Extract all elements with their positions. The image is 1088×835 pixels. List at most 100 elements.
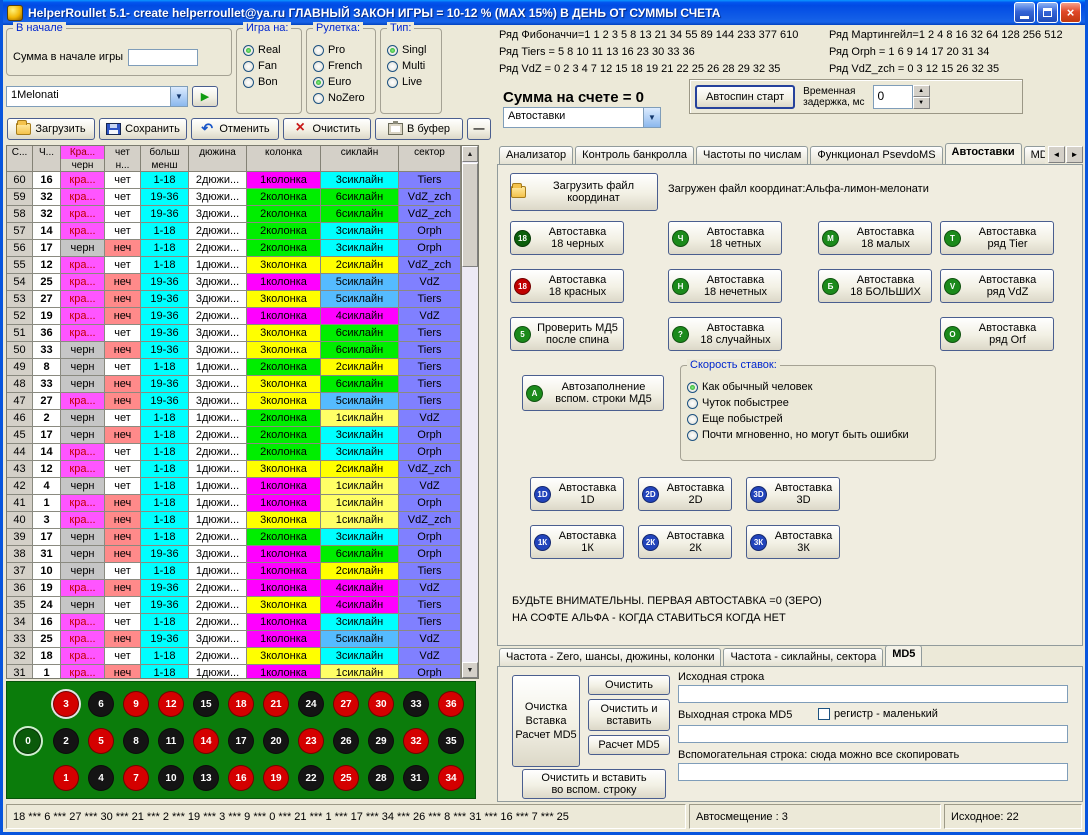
autobet-18-even-button[interactable]: ЧАвтоставка 18 четных xyxy=(668,221,782,255)
board-number-14[interactable]: 14 xyxy=(193,728,219,754)
board-number-4[interactable]: 4 xyxy=(88,765,114,791)
load-button[interactable]: Загрузить xyxy=(7,118,95,140)
board-number-3[interactable]: 3 xyxy=(53,691,79,717)
board-number-19[interactable]: 19 xyxy=(263,765,289,791)
board-number-35[interactable]: 35 xyxy=(438,728,464,754)
output-string-input[interactable] xyxy=(678,725,1068,743)
board-number-30[interactable]: 30 xyxy=(368,691,394,717)
autobet-2k-button[interactable]: 2КАвтоставка 2К xyxy=(638,525,732,559)
play-button[interactable]: ▶ xyxy=(192,86,218,107)
bottom-tab-2[interactable]: MD5 xyxy=(885,645,922,666)
undo-button[interactable]: Отменить xyxy=(191,118,279,140)
spinner-up-icon[interactable]: ▲ xyxy=(913,85,930,97)
scrollbar-thumb[interactable] xyxy=(462,163,478,267)
board-number-29[interactable]: 29 xyxy=(368,728,394,754)
board-number-28[interactable]: 28 xyxy=(368,765,394,791)
md5-clear-button[interactable]: Очистить xyxy=(588,675,670,695)
roulette-type-group-option-1[interactable]: French xyxy=(313,58,369,74)
autobet-18-red-button[interactable]: 18Автоставка 18 красных xyxy=(510,269,624,303)
md5-multi-button[interactable]: Очистка Вставка Расчет MD5 xyxy=(512,675,580,767)
autobet-1d-button[interactable]: 1DАвтоставка 1D xyxy=(530,477,624,511)
md5-clear-insert-helper-button[interactable]: Очистить и вставить во вспом. строку xyxy=(522,769,666,799)
autobet-2d-button[interactable]: 2DАвтоставка 2D xyxy=(638,477,732,511)
board-number-34[interactable]: 34 xyxy=(438,765,464,791)
helper-string-input[interactable] xyxy=(678,763,1068,781)
chevron-down-icon[interactable]: ▼ xyxy=(170,87,187,106)
tab-scroll-right-button[interactable]: ► xyxy=(1066,146,1083,163)
load-coordinates-button[interactable]: Загрузить файл координат xyxy=(510,173,658,211)
autofill-md5-button[interactable]: А Автозаполнение вспом. строки МД5 xyxy=(522,375,664,411)
save-button[interactable]: Сохранить xyxy=(99,118,187,140)
main-tab-4[interactable]: Автоставки xyxy=(945,143,1022,164)
game-mode-group-option-1[interactable]: Fan xyxy=(243,58,295,74)
buffer-button[interactable]: В буфер xyxy=(375,118,463,140)
md5-calc-button[interactable]: Расчет MD5 xyxy=(588,735,670,755)
board-number-18[interactable]: 18 xyxy=(228,691,254,717)
board-number-12[interactable]: 12 xyxy=(158,691,184,717)
autobet-18-low-button[interactable]: МАвтоставка 18 малых xyxy=(818,221,932,255)
minimize-button[interactable] xyxy=(1014,2,1035,23)
board-number-31[interactable]: 31 xyxy=(403,765,429,791)
main-tab-2[interactable]: Частоты по числам xyxy=(696,146,808,164)
board-number-13[interactable]: 13 xyxy=(193,765,219,791)
source-string-input[interactable] xyxy=(678,685,1068,703)
roulette-type-group-option-3[interactable]: NoZero xyxy=(313,90,369,106)
md5-clear-insert-button[interactable]: Очистить и вставить xyxy=(588,699,670,731)
bottom-tab-1[interactable]: Частота - сиклайны, сектора xyxy=(723,648,883,666)
profile-select[interactable]: 1Melonati ▼ xyxy=(6,86,188,107)
chevron-down-icon[interactable]: ▼ xyxy=(643,108,660,127)
check-md5-after-spin-button[interactable]: 5Проверить МД5 после спина xyxy=(510,317,624,351)
tab-scroll-left-button[interactable]: ◄ xyxy=(1048,146,1065,163)
board-number-1[interactable]: 1 xyxy=(53,765,79,791)
scroll-down-icon[interactable]: ▼ xyxy=(462,662,478,678)
maximize-button[interactable] xyxy=(1037,2,1058,23)
autobet-1k-button[interactable]: 1КАвтоставка 1К xyxy=(530,525,624,559)
main-tab-1[interactable]: Контроль банкролла xyxy=(575,146,694,164)
board-number-11[interactable]: 11 xyxy=(158,728,184,754)
board-number-2[interactable]: 2 xyxy=(53,728,79,754)
board-number-9[interactable]: 9 xyxy=(123,691,149,717)
main-tab-5[interactable]: MD5 xyxy=(1024,146,1045,164)
scroll-up-icon[interactable]: ▲ xyxy=(462,146,478,162)
bet-speed-group-option-2[interactable]: Еще побыстрей xyxy=(687,411,929,427)
roulette-type-group-option-0[interactable]: Pro xyxy=(313,42,369,58)
close-button[interactable]: × xyxy=(1060,2,1081,23)
clear-button[interactable]: Очистить xyxy=(283,118,371,140)
board-number-26[interactable]: 26 xyxy=(333,728,359,754)
autobet-18-black-button[interactable]: 18Автоставка 18 черных xyxy=(510,221,624,255)
autobet-18-random-button[interactable]: ?Автоставка 18 случайных xyxy=(668,317,782,351)
autobet-3d-button[interactable]: 3DАвтоставка 3D xyxy=(746,477,840,511)
main-tab-0[interactable]: Анализатор xyxy=(499,146,573,164)
collapse-button[interactable]: — xyxy=(467,118,491,140)
game-mode-group-option-0[interactable]: Real xyxy=(243,42,295,58)
board-number-15[interactable]: 15 xyxy=(193,691,219,717)
board-number-10[interactable]: 10 xyxy=(158,765,184,791)
board-number-33[interactable]: 33 xyxy=(403,691,429,717)
autobet-18-high-button[interactable]: БАвтоставка 18 БОЛЬШИХ xyxy=(818,269,932,303)
board-number-7[interactable]: 7 xyxy=(123,765,149,791)
autospin-start-button[interactable]: Автоспин старт xyxy=(695,85,795,109)
board-number-17[interactable]: 17 xyxy=(228,728,254,754)
board-number-16[interactable]: 16 xyxy=(228,765,254,791)
autobet-3k-button[interactable]: 3КАвтоставка 3К xyxy=(746,525,840,559)
bet-speed-group-option-0[interactable]: Как обычный человек xyxy=(687,379,929,395)
board-number-6[interactable]: 6 xyxy=(88,691,114,717)
game-mode-group-option-2[interactable]: Bon xyxy=(243,74,295,90)
roulette-type-group-option-2[interactable]: Euro xyxy=(313,74,369,90)
spinner-down-icon[interactable]: ▼ xyxy=(913,97,930,109)
autobet-18-odd-button[interactable]: НАвтоставка 18 нечетных xyxy=(668,269,782,303)
start-sum-input[interactable] xyxy=(128,49,198,66)
session-type-group-option-2[interactable]: Live xyxy=(387,74,435,90)
board-number-0[interactable]: 0 xyxy=(15,728,41,754)
bet-speed-group-option-3[interactable]: Почти мгновенно, но могут быть ошибки xyxy=(687,427,929,443)
board-number-36[interactable]: 36 xyxy=(438,691,464,717)
lowercase-checkbox[interactable]: регистр - маленький xyxy=(818,708,938,720)
autobet-row-tier-button[interactable]: ТАвтоставка ряд Tier xyxy=(940,221,1054,255)
board-number-27[interactable]: 27 xyxy=(333,691,359,717)
session-type-group-option-0[interactable]: Singl xyxy=(387,42,435,58)
delay-value[interactable]: 0 xyxy=(873,85,913,109)
board-number-23[interactable]: 23 xyxy=(298,728,324,754)
bet-speed-group-option-1[interactable]: Чуток побыстрее xyxy=(687,395,929,411)
table-scrollbar[interactable]: ▲ ▼ xyxy=(461,146,478,678)
board-number-20[interactable]: 20 xyxy=(263,728,289,754)
